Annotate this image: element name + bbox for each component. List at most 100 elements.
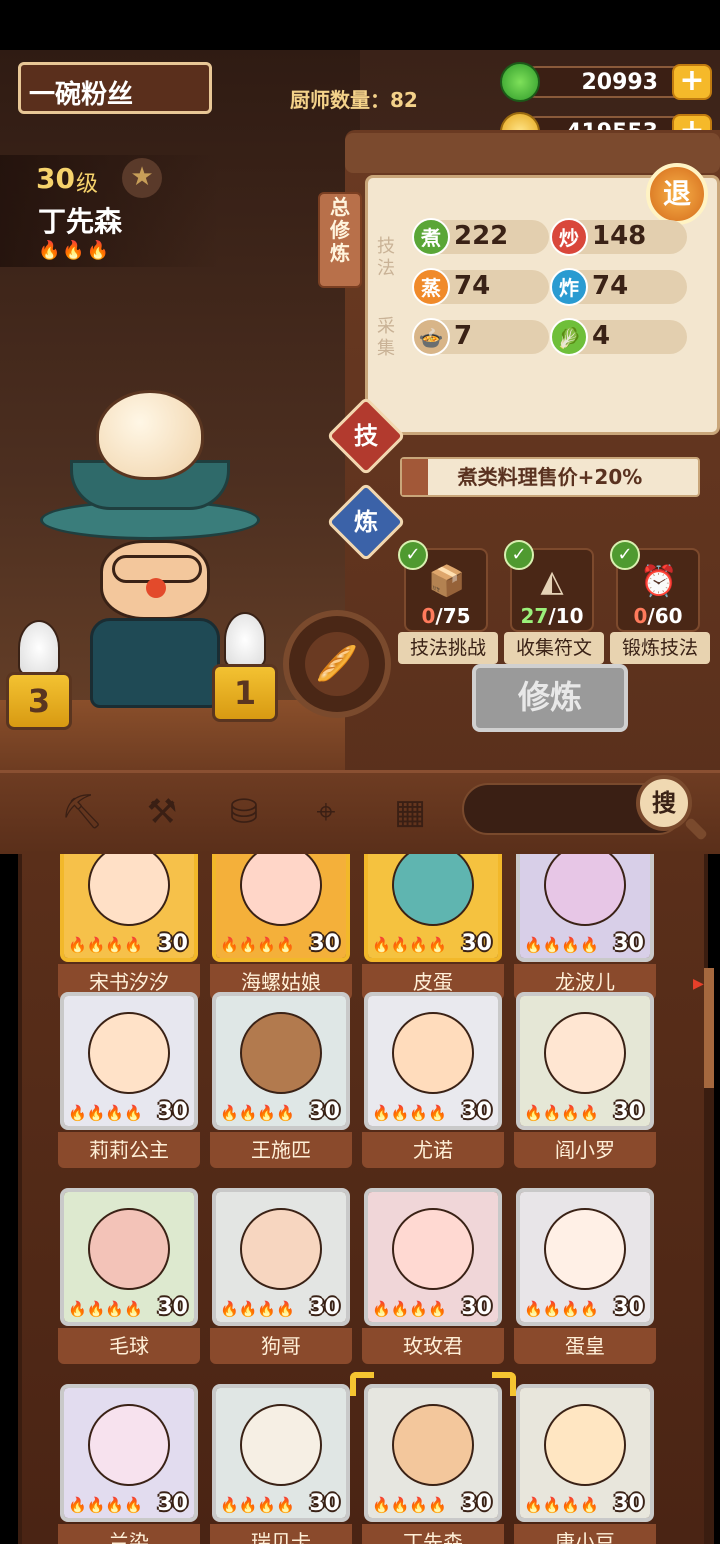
stat-4: 🍲 7: [412, 318, 549, 356]
chef-card-name: 阎小罗: [514, 1132, 656, 1168]
stat-2: 蒸 74: [412, 268, 549, 306]
avatar: [88, 1208, 170, 1290]
task-progress: 27/10: [520, 604, 584, 628]
chef-card-name: 莉莉公主: [58, 1132, 200, 1168]
chef-portrait: 🔥🔥🔥🔥 30: [364, 1188, 502, 1326]
chef-card-level: 30: [309, 1099, 340, 1124]
stat-badge: 🥬: [550, 318, 588, 356]
avatar: [544, 1208, 626, 1290]
chef-card-level: 30: [613, 1491, 644, 1516]
rarity-flames: 🔥🔥🔥🔥: [372, 936, 447, 954]
stat-value: 148: [592, 221, 647, 251]
chef-card-name: 毛球: [58, 1328, 200, 1364]
skill-section-label: 技法: [377, 236, 395, 279]
check-icon: ✓: [610, 540, 640, 570]
search-icon[interactable]: 搜: [636, 775, 692, 831]
stat-badge: 蒸: [412, 268, 450, 306]
task-0[interactable]: ✓ 📦 0/75 技法挑战: [398, 540, 498, 664]
rolling-pin-button[interactable]: 🥖: [283, 610, 391, 718]
chef-card[interactable]: 🔥🔥🔥🔥 30 狗哥: [210, 1188, 352, 1366]
rarity-flames: 🔥🔥🔥🔥: [220, 1104, 295, 1122]
chef-card-name: 蛋皇: [514, 1328, 656, 1364]
rarity-flames: 🔥🔥🔥🔥: [524, 1496, 599, 1514]
selection-marker: [350, 1372, 374, 1396]
stat-value: 7: [454, 321, 473, 351]
task-label: 技法挑战: [398, 632, 498, 664]
exit-button[interactable]: 退: [646, 163, 708, 225]
chef-portrait: 🔥🔥🔥🔥 30: [516, 1188, 654, 1326]
stat-3: 炸 74: [550, 268, 687, 306]
check-icon: ✓: [398, 540, 428, 570]
task-label: 锻炼技法: [610, 632, 710, 664]
restaurant-name[interactable]: 一碗粉丝: [18, 62, 212, 114]
stat-value: 74: [454, 271, 491, 301]
avatar: [88, 1012, 170, 1094]
jar-icon[interactable]: ⛁: [222, 790, 266, 834]
chef-card[interactable]: 🔥🔥🔥🔥 30 龙波儿: [514, 854, 656, 1002]
spatula-icon[interactable]: ⚒: [140, 790, 184, 834]
chef-card[interactable]: 🔥🔥🔥🔥 30 海螺姑娘: [210, 854, 352, 1002]
chef-card-level: 30: [309, 1491, 340, 1516]
chef-card[interactable]: 🔥🔥🔥🔥 30 兰染: [58, 1384, 200, 1544]
chef-card[interactable]: 🔥🔥🔥🔥 30 玫玫君: [362, 1188, 504, 1366]
chef-card-name: 丁先森: [362, 1524, 504, 1544]
chef-card[interactable]: 🔥🔥🔥🔥 30 宋书汐汐: [58, 854, 200, 1002]
total-cultivation-tag: 总修炼: [318, 192, 362, 288]
chef-portrait: 🔥🔥🔥🔥 30: [212, 1188, 350, 1326]
chef-list[interactable]: 🔥🔥🔥🔥 30 宋书汐汐 🔥🔥🔥🔥 30 海螺姑娘 🔥🔥🔥🔥 30 皮蛋 🔥🔥🔥🔥 30 龙波儿 🔥🔥🔥…: [18, 854, 708, 1544]
chef-card-level: 30: [461, 1491, 492, 1516]
location-icon[interactable]: ⌖: [304, 790, 348, 834]
rarity-flames: 🔥🔥🔥🔥: [68, 1104, 143, 1122]
chef-rarity-flames: 🔥🔥🔥: [38, 240, 112, 261]
chef-card[interactable]: 🔥🔥🔥🔥 30 尤诺: [362, 992, 504, 1170]
chef-card-level: 30: [461, 1099, 492, 1124]
chef-card-name: 唐小豆: [514, 1524, 656, 1544]
chef-card[interactable]: 🔥🔥🔥🔥 30 莉莉公主: [58, 992, 200, 1170]
stat-0: 煮 222: [412, 218, 549, 256]
chef-card[interactable]: 🔥🔥🔥🔥 30 蛋皇: [514, 1188, 656, 1366]
jade-icon: [500, 62, 540, 102]
seasoning-bottle-1: 1: [212, 612, 278, 722]
chef-card[interactable]: 🔥🔥🔥🔥 30 阎小罗: [514, 992, 656, 1170]
star-icon[interactable]: ★: [122, 158, 162, 198]
chef-card-name: 瑞贝卡: [210, 1524, 352, 1544]
chef-portrait: 🔥🔥🔥🔥 30: [364, 992, 502, 1130]
chef-card[interactable]: 🔥🔥🔥🔥 30 王施匹: [210, 992, 352, 1170]
map-icon[interactable]: ▦: [388, 790, 432, 834]
chef-card[interactable]: 🔥🔥🔥🔥 30 唐小豆: [514, 1384, 656, 1544]
egg-icon: [96, 390, 204, 480]
scrollbar[interactable]: [704, 968, 714, 1544]
rarity-flames: 🔥🔥🔥🔥: [524, 1104, 599, 1122]
rarity-flames: 🔥🔥🔥🔥: [68, 1496, 143, 1514]
chef-card-level: 30: [613, 1295, 644, 1320]
chef-card-name: 尤诺: [362, 1132, 504, 1168]
chef-portrait: 🔥🔥🔥🔥 30: [60, 1384, 198, 1522]
rarity-flames: 🔥🔥🔥🔥: [372, 1104, 447, 1122]
chef-portrait: 🔥🔥🔥🔥 30: [212, 854, 350, 962]
chef-card[interactable]: 🔥🔥🔥🔥 30 丁先森: [350, 1372, 516, 1544]
chef-portrait: 🔥🔥🔥🔥 30: [516, 992, 654, 1130]
chef-portrait: 🔥🔥🔥🔥 30: [60, 1188, 198, 1326]
avatar: [544, 1012, 626, 1094]
rarity-flames: 🔥🔥🔥🔥: [524, 1300, 599, 1318]
chef-card[interactable]: 🔥🔥🔥🔥 30 瑞贝卡: [210, 1384, 352, 1544]
rarity-flames: 🔥🔥🔥🔥: [220, 936, 295, 954]
selection-marker: [492, 1372, 516, 1396]
task-2[interactable]: ✓ ⏰ 0/60 锻炼技法: [610, 540, 710, 664]
cultivate-button[interactable]: 修炼: [472, 664, 628, 732]
chef-card-name: 兰染: [58, 1524, 200, 1544]
stat-value: 74: [592, 271, 629, 301]
rarity-flames: 🔥🔥🔥🔥: [372, 1496, 447, 1514]
chef-portrait: 🔥🔥🔥🔥 30: [364, 854, 502, 962]
chef-card[interactable]: 🔥🔥🔥🔥 30 毛球: [58, 1188, 200, 1366]
add-jade-button[interactable]: +: [672, 64, 712, 100]
rarity-flames: 🔥🔥🔥🔥: [524, 936, 599, 954]
status-bar: [0, 0, 720, 50]
shovel-icon[interactable]: ⛏: [60, 790, 104, 834]
avatar: [88, 1404, 170, 1486]
avatar: [240, 1404, 322, 1486]
chef-card[interactable]: 🔥🔥🔥🔥 30 皮蛋: [362, 854, 504, 1002]
task-1[interactable]: ✓ ◭ 27/10 收集符文: [504, 540, 604, 664]
rolling-pin-icon: 🥖: [305, 632, 369, 696]
chef-portrait: 🔥🔥🔥🔥 30: [212, 1384, 350, 1522]
